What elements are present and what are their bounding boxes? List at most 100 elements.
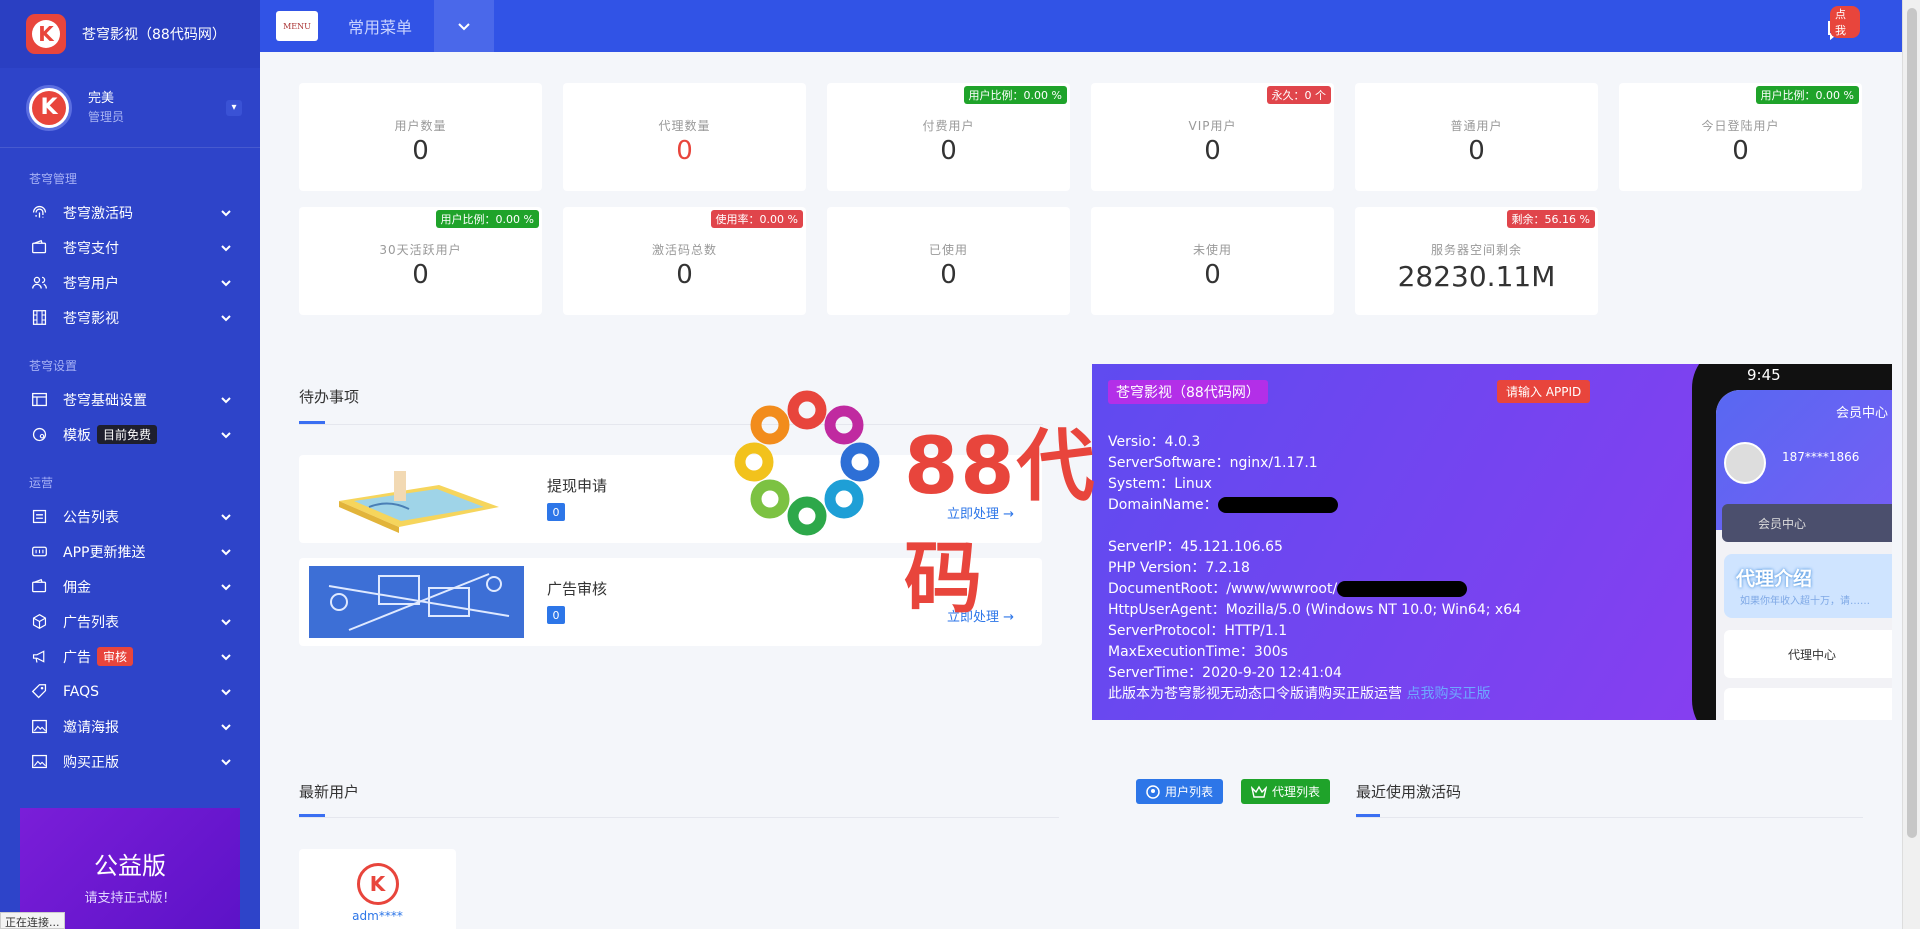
stat-badge: 永久：0 个: [1266, 86, 1331, 104]
sidebar-item-label: 广告列表: [63, 614, 119, 631]
sidebar-item[interactable]: 苍穹激活码: [0, 195, 260, 230]
sidebar-item-label: APP更新推送: [63, 544, 146, 561]
chevron-down-icon: [458, 23, 470, 31]
user-list-label: 用户列表: [1165, 785, 1214, 799]
scrollbar[interactable]: [1902, 0, 1920, 929]
crown-icon: [1251, 785, 1267, 798]
appid-button[interactable]: 请输入 APPID: [1497, 380, 1591, 403]
nav-section-label: 苍穹设置: [29, 359, 78, 373]
stat-value: 0: [1732, 136, 1749, 166]
menu-logo[interactable]: MENU: [276, 11, 318, 41]
sidebar-item-label: 苍穹支付: [63, 240, 119, 257]
sidebar-item[interactable]: 购买正版: [0, 744, 260, 779]
phone-row: [1724, 688, 1892, 720]
stat-label: 代理数量: [658, 119, 711, 133]
stat-value: 0: [1468, 136, 1485, 166]
sidebar-item-label: 苍穹激活码: [63, 205, 133, 222]
watermark-text: 88代码: [904, 422, 1097, 624]
latest-users-title: 最新用户: [299, 783, 360, 801]
sidebar-item[interactable]: FAQS: [0, 674, 260, 709]
sidebar-item-label: 佣金: [63, 579, 91, 596]
todo-name: 广告审核: [547, 580, 608, 598]
chevron-down-icon: [221, 583, 231, 590]
sidebar-item-label: 苍穹用户: [63, 275, 119, 292]
watermark: 88代码: [732, 388, 1172, 624]
notification-button[interactable]: 点我: [1820, 6, 1860, 46]
stat-card: 普通用户 0: [1355, 83, 1598, 191]
chevron-down-icon: [221, 548, 231, 555]
tag-icon: [29, 682, 49, 702]
sidebar-item-label: 公告列表: [63, 509, 119, 526]
chevron-down-icon: [221, 688, 231, 695]
app-logo-icon: K: [26, 14, 66, 54]
stat-value: 28230.11M: [1397, 260, 1556, 293]
chevron-down-icon: [221, 209, 231, 216]
ad-review-illustration-icon: [309, 566, 524, 638]
sidebar-item-label: 购买正版: [63, 754, 119, 771]
withdraw-illustration-icon: [339, 471, 499, 533]
buy-link[interactable]: 点我购买正版: [1406, 686, 1490, 702]
wallet-icon: [29, 577, 49, 597]
sidebar-item-label: 模板: [63, 427, 91, 444]
phone-row-label: 代理中心: [1788, 647, 1837, 662]
stat-card: 使用率：0.00 % 激活码总数 0: [563, 207, 806, 315]
nav-tag: 目前免费: [97, 425, 158, 444]
chevron-down-icon: [221, 244, 231, 251]
sidebar-item[interactable]: 佣金: [0, 569, 260, 604]
promo-title: 公益版: [94, 852, 166, 880]
stat-card: 剩余：56.16 % 服务器空间剩余 28230.11M: [1355, 207, 1598, 315]
avatar: K: [356, 863, 399, 905]
sidebar-item[interactable]: 邀请海报: [0, 709, 260, 744]
stat-card: 未使用 0: [1091, 207, 1334, 315]
todo-count: 0: [547, 606, 565, 624]
agent-subtitle: 如果你年收入超十万，请……: [1740, 596, 1870, 607]
menu-title[interactable]: 常用菜单: [348, 14, 412, 38]
chevron-down-icon[interactable]: ▾: [226, 99, 242, 116]
promo-subtitle: 请支持正式版！: [84, 891, 176, 906]
sidebar-item[interactable]: 广告列表: [0, 604, 260, 639]
agent-list-button[interactable]: 代理列表: [1241, 779, 1331, 804]
sidebar-item-label: 邀请海报: [63, 719, 119, 736]
stat-card: 代理数量 0: [563, 83, 806, 191]
sidebar-item-label: FAQS: [63, 683, 100, 700]
stat-value: 0: [412, 136, 429, 166]
sidebar-item-label: 苍穹基础设置: [63, 392, 147, 409]
film-icon: [29, 308, 49, 328]
info-server-time: ServerTime：2020-9-20 12:41:04: [1108, 665, 1342, 681]
box-icon: [29, 612, 49, 632]
scrollbar-thumb[interactable]: [1907, 8, 1917, 838]
nav-section-label: 苍穹管理: [29, 172, 78, 186]
user-circle-icon: [1146, 784, 1160, 799]
sidebar-item-label: 广告: [63, 649, 91, 666]
image-icon: [29, 752, 49, 772]
status-bar: 正在连接...: [0, 912, 65, 929]
layout-icon: [29, 390, 49, 410]
stat-badge: 用户比例：0.00 %: [435, 210, 539, 228]
user-list-button[interactable]: 用户列表: [1136, 779, 1224, 804]
user-profile[interactable]: K 完美 管理员 ▾: [0, 68, 260, 148]
nav-tag: 审核: [97, 647, 134, 666]
sidebar-item[interactable]: 苍穹支付: [0, 230, 260, 265]
todo-count: 0: [547, 503, 565, 521]
sidebar-item[interactable]: 苍穹影视: [0, 300, 260, 335]
user-card-name: adm****: [352, 909, 403, 923]
sidebar-nav: 苍穹管理 苍穹激活码 苍穹支付 苍穹用户 苍穹影视 苍穹设置 苍穹基础设置 模板…: [0, 170, 260, 779]
stat-badge: 剩余：56.16 %: [1506, 210, 1595, 228]
menu-dropdown-button[interactable]: [434, 0, 495, 52]
sidebar-item[interactable]: 公告列表: [0, 499, 260, 534]
sidebar-item[interactable]: 广告 审核: [0, 639, 260, 674]
stat-label: 用户数量: [394, 119, 447, 133]
sidebar-item[interactable]: 苍穹用户: [0, 265, 260, 300]
promo-banner[interactable]: 公益版 请支持正式版！: [20, 808, 240, 929]
sidebar-item[interactable]: 苍穹基础设置: [0, 382, 260, 417]
phone-avatar: [1724, 442, 1766, 484]
user-card[interactable]: K adm****: [299, 849, 456, 929]
stat-value: 0: [412, 260, 429, 290]
recent-codes-title: 最近使用激活码: [1356, 783, 1462, 801]
phone-agent-row: 代理中心: [1724, 630, 1892, 678]
topbar: MENU 常用菜单 点我: [260, 0, 1902, 52]
brand[interactable]: K 苍穹影视（88代码网）: [0, 0, 260, 68]
sidebar-item[interactable]: 模板 目前免费: [0, 417, 260, 452]
sidebar-item[interactable]: APP更新推送: [0, 534, 260, 569]
stat-label: 30天活跃用户: [379, 243, 462, 257]
